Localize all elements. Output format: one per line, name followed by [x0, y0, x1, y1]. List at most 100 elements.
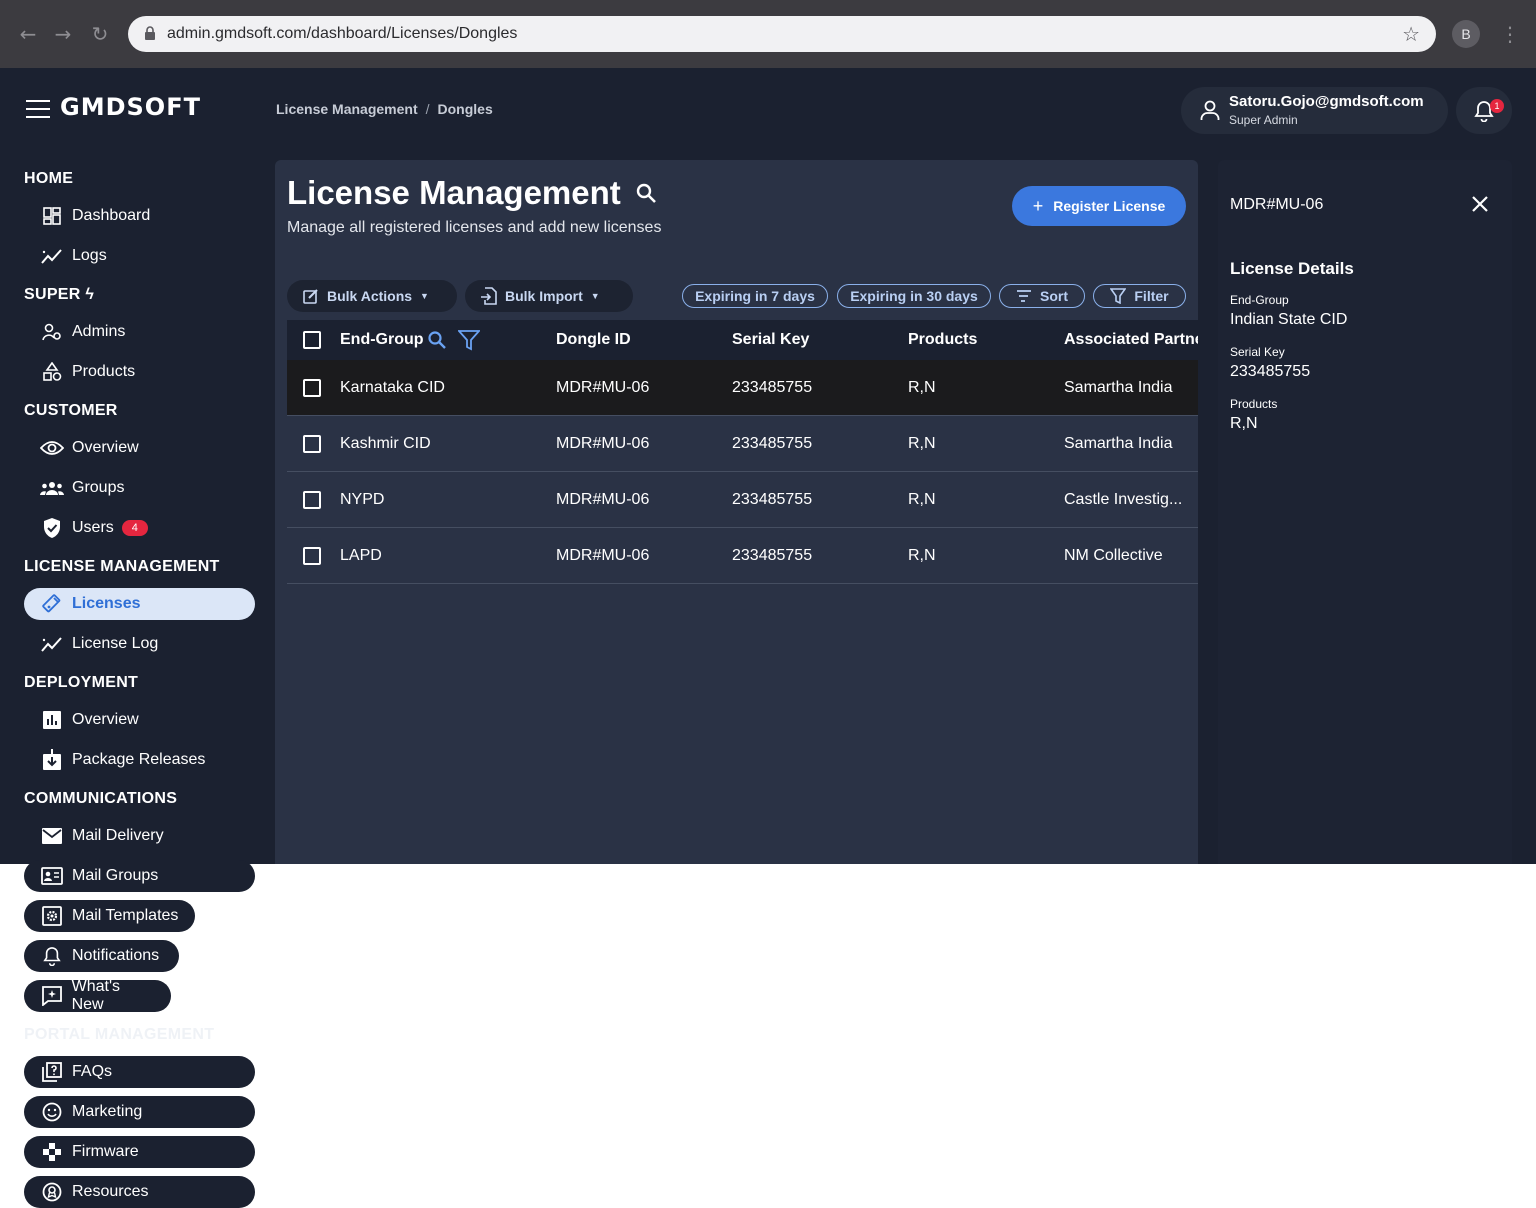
expiring-30-days-chip[interactable]: Expiring in 30 days [837, 284, 991, 308]
sidebar-item-firmware[interactable]: Firmware [24, 1136, 255, 1168]
sidebar-item-mail-delivery[interactable]: Mail Delivery [24, 820, 180, 852]
notifications-button[interactable]: 1 [1456, 87, 1512, 134]
sidebar-item-marketing[interactable]: Marketing [24, 1096, 255, 1128]
register-license-button[interactable]: + Register License [1012, 186, 1186, 226]
row-checkbox[interactable] [303, 547, 321, 565]
sidebar-item-package-releases[interactable]: Package Releases [24, 744, 221, 776]
sidebar-item-logs[interactable]: Logs [24, 240, 123, 272]
page-subtitle: Manage all registered licenses and add n… [287, 219, 662, 236]
cell-serial-key: 233485755 [732, 547, 813, 564]
table-row[interactable]: LAPD MDR#MU-06 233485755 R,N NM Collecti… [287, 528, 1198, 584]
sidebar-item-label: Products [72, 363, 136, 380]
chevron-down-icon: ▼ [590, 291, 600, 301]
sidebar-item-label: Users [72, 519, 114, 536]
column-serial-key[interactable]: Serial Key [732, 320, 809, 360]
products-value: R,N [1230, 415, 1258, 432]
sidebar-item-label: Notifications [72, 947, 160, 964]
bulk-actions-button[interactable]: Bulk Actions ▼ [287, 280, 457, 312]
sidebar-item-licenses[interactable]: Licenses [24, 588, 255, 620]
expiring-7-days-chip[interactable]: Expiring in 7 days [682, 284, 828, 308]
logo: GMDSOFT [60, 93, 201, 121]
sidebar-item-whats-new[interactable]: What's New [24, 978, 171, 1013]
user-icon [1200, 100, 1220, 120]
table-row[interactable]: NYPD MDR#MU-06 233485755 R,N Castle Inve… [287, 472, 1198, 528]
close-icon[interactable] [1470, 194, 1490, 214]
section-communications: COMMUNICATIONS [24, 790, 178, 807]
sort-icon [1016, 290, 1032, 302]
sidebar-item-label: Firmware [72, 1143, 139, 1160]
serial-key-value: 233485755 [1230, 363, 1311, 380]
cell-end-group: Kashmir CID [340, 435, 431, 452]
sidebar-item-groups[interactable]: Groups [24, 472, 140, 504]
page-title: License Management [287, 174, 621, 211]
bulk-import-label: Bulk Import [505, 288, 583, 304]
sidebar-item-label: Mail Groups [72, 867, 159, 884]
users-count-badge: 4 [121, 520, 148, 536]
chevron-down-icon: ▼ [420, 291, 429, 301]
sidebar-item-mail-groups[interactable]: Mail Groups [24, 860, 255, 892]
bulk-import-button[interactable]: Bulk Import ▼ [465, 280, 633, 312]
serial-key-label: Serial Key [1230, 345, 1285, 359]
table-row[interactable]: Kashmir CID MDR#MU-06 233485755 R,N Sama… [287, 416, 1198, 472]
sidebar-item-resources[interactable]: Resources [24, 1176, 255, 1208]
sidebar-item-deployment-overview[interactable]: Overview [24, 704, 155, 736]
section-home: HOME [24, 170, 74, 187]
section-license-management: LICENSE MANAGEMENT [24, 558, 220, 575]
bell-icon [40, 944, 64, 968]
row-checkbox[interactable] [303, 491, 321, 509]
table-header: End-Group Dongle ID Serial Key Products … [287, 320, 1198, 360]
row-checkbox[interactable] [303, 435, 321, 453]
sidebar-item-label: Mail Delivery [72, 827, 164, 844]
address-bar[interactable]: admin.gmdsoft.com/dashboard/Licenses/Don… [128, 16, 1436, 52]
menu-toggle-icon[interactable] [26, 100, 50, 118]
browser-menu-icon[interactable]: ⋮ [1500, 22, 1520, 46]
forward-icon[interactable]: → [51, 22, 75, 46]
select-all-checkbox[interactable] [303, 331, 321, 349]
user-menu[interactable]: Satoru.Gojo@gmdsoft.com Super Admin [1181, 87, 1448, 134]
main-content: License Management Manage all registered… [275, 160, 1198, 864]
sidebar-item-notifications[interactable]: Notifications [24, 940, 179, 972]
sidebar-item-faqs[interactable]: FAQs [24, 1056, 255, 1088]
package-download-icon [40, 748, 64, 772]
end-group-value: Indian State CID [1230, 311, 1348, 328]
column-end-group[interactable]: End-Group [340, 320, 424, 360]
column-products[interactable]: Products [908, 320, 977, 360]
sidebar-item-dashboard[interactable]: Dashboard [24, 200, 166, 232]
sidebar-item-license-log[interactable]: License Log [24, 628, 174, 660]
trend-icon [40, 244, 64, 268]
template-gear-icon [40, 904, 64, 928]
sidebar-item-mail-templates[interactable]: Mail Templates [24, 900, 195, 932]
column-search-icon[interactable] [427, 330, 447, 350]
breadcrumb-item[interactable]: License Management [276, 101, 418, 117]
filter-icon [1110, 288, 1127, 304]
reload-icon[interactable]: ↻ [88, 22, 112, 46]
sidebar-item-products[interactable]: Products [24, 356, 151, 388]
sidebar-item-label: Dashboard [72, 207, 151, 224]
user-role: Super Admin [1229, 113, 1298, 127]
sidebar-item-admins[interactable]: Admins [24, 316, 141, 348]
cell-dongle-id: MDR#MU-06 [556, 379, 650, 396]
sidebar-item-users[interactable]: Users 4 [24, 512, 164, 544]
search-icon[interactable] [635, 182, 657, 204]
register-license-label: Register License [1053, 198, 1166, 214]
contact-card-icon [40, 864, 64, 888]
cell-serial-key: 233485755 [732, 379, 813, 396]
cell-partner: Samartha India [1064, 435, 1173, 452]
section-super: SUPER ϟ [24, 286, 94, 304]
column-associated-partner[interactable]: Associated Partner [1064, 320, 1198, 360]
bookmark-star-icon[interactable]: ☆ [1402, 22, 1420, 46]
row-checkbox[interactable] [303, 379, 321, 397]
sidebar-item-overview[interactable]: Overview [24, 432, 155, 464]
column-dongle-id[interactable]: Dongle ID [556, 320, 631, 360]
sort-chip[interactable]: Sort [999, 284, 1085, 308]
panel-heading: License Details [1230, 259, 1354, 278]
cell-products: R,N [908, 379, 936, 396]
plus-icon: + [1032, 195, 1044, 216]
lock-icon [145, 26, 155, 40]
profile-avatar[interactable]: B [1452, 20, 1480, 48]
table-row[interactable]: Karnataka CID MDR#MU-06 233485755 R,N Sa… [287, 360, 1198, 416]
bolt-icon: ϟ [85, 286, 95, 303]
back-icon[interactable]: ← [16, 22, 40, 46]
filter-chip[interactable]: Filter [1093, 284, 1186, 308]
column-filter-icon[interactable] [458, 329, 480, 351]
